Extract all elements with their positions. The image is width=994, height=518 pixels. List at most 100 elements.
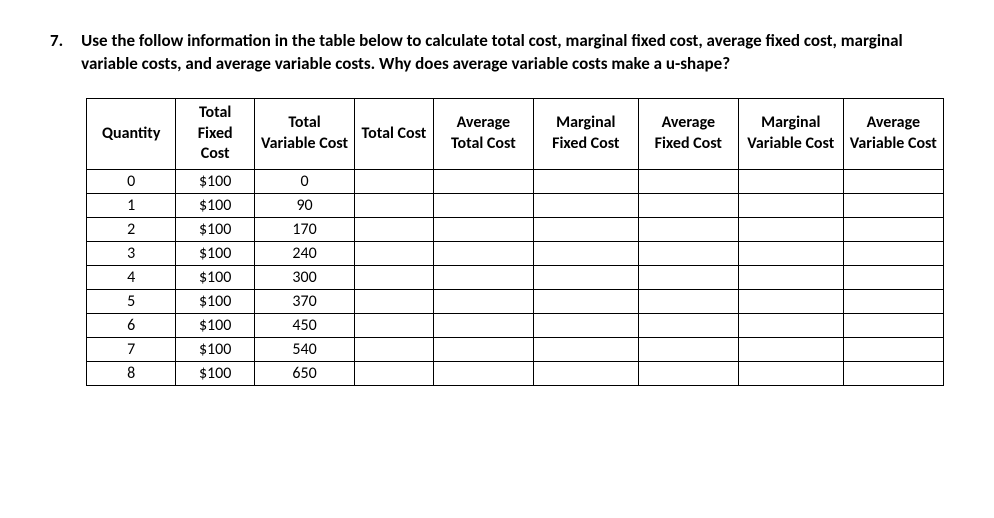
question-block: 7. Use the follow information in the tab… bbox=[50, 30, 944, 76]
cell-afc bbox=[638, 194, 738, 218]
cell-atc bbox=[433, 242, 533, 266]
cell-afc bbox=[638, 338, 738, 362]
cell-tc bbox=[355, 338, 434, 362]
cell-mfc bbox=[534, 170, 639, 194]
cell-mfc bbox=[534, 362, 639, 386]
header-marginal-fixed-cost: Marginal Fixed Cost bbox=[534, 98, 639, 169]
cell-atc bbox=[433, 170, 533, 194]
cell-tfc: $100 bbox=[176, 266, 255, 290]
cell-mfc bbox=[534, 290, 639, 314]
table-row: 2$100170 bbox=[87, 218, 944, 242]
cell-mvc bbox=[738, 362, 843, 386]
cell-tc bbox=[355, 218, 434, 242]
header-average-total-cost: Average Total Cost bbox=[433, 98, 533, 169]
table-header-row: Quantity Total Fixed Cost Total Variable… bbox=[87, 98, 944, 169]
cell-tfc: $100 bbox=[176, 314, 255, 338]
cell-tfc: $100 bbox=[176, 194, 255, 218]
cell-avc bbox=[843, 194, 943, 218]
cell-tvc: 540 bbox=[254, 338, 354, 362]
cell-qty: 1 bbox=[87, 194, 176, 218]
cell-avc bbox=[843, 218, 943, 242]
header-average-variable-cost: Average Variable Cost bbox=[843, 98, 943, 169]
cell-mvc bbox=[738, 218, 843, 242]
question-number: 7. bbox=[50, 30, 63, 76]
cell-tc bbox=[355, 266, 434, 290]
table-row: 3$100240 bbox=[87, 242, 944, 266]
cell-qty: 0 bbox=[87, 170, 176, 194]
cell-qty: 7 bbox=[87, 338, 176, 362]
table-row: 1$10090 bbox=[87, 194, 944, 218]
cell-tvc: 450 bbox=[254, 314, 354, 338]
table-row: 6$100450 bbox=[87, 314, 944, 338]
cell-tvc: 370 bbox=[254, 290, 354, 314]
cell-afc bbox=[638, 290, 738, 314]
cell-tc bbox=[355, 194, 434, 218]
cell-tvc: 650 bbox=[254, 362, 354, 386]
cell-avc bbox=[843, 314, 943, 338]
header-total-variable-cost: Total Variable Cost bbox=[254, 98, 354, 169]
cell-afc bbox=[638, 242, 738, 266]
cell-tfc: $100 bbox=[176, 338, 255, 362]
cell-afc bbox=[638, 218, 738, 242]
cell-atc bbox=[433, 290, 533, 314]
cell-qty: 3 bbox=[87, 242, 176, 266]
cell-avc bbox=[843, 362, 943, 386]
cell-mvc bbox=[738, 242, 843, 266]
cell-atc bbox=[433, 338, 533, 362]
cell-qty: 6 bbox=[87, 314, 176, 338]
cell-avc bbox=[843, 338, 943, 362]
cell-atc bbox=[433, 194, 533, 218]
cell-mvc bbox=[738, 290, 843, 314]
cell-avc bbox=[843, 170, 943, 194]
cell-mvc bbox=[738, 266, 843, 290]
cell-tvc: 300 bbox=[254, 266, 354, 290]
cell-mvc bbox=[738, 314, 843, 338]
cell-mvc bbox=[738, 194, 843, 218]
table-row: 8$100650 bbox=[87, 362, 944, 386]
cell-tfc: $100 bbox=[176, 362, 255, 386]
table-body: 0$10001$100902$1001703$1002404$1003005$1… bbox=[87, 170, 944, 386]
cost-table: Quantity Total Fixed Cost Total Variable… bbox=[86, 98, 944, 386]
cell-qty: 5 bbox=[87, 290, 176, 314]
cell-avc bbox=[843, 242, 943, 266]
cell-tc bbox=[355, 314, 434, 338]
cell-mvc bbox=[738, 170, 843, 194]
header-quantity: Quantity bbox=[87, 98, 176, 169]
cell-mfc bbox=[534, 218, 639, 242]
cell-tfc: $100 bbox=[176, 170, 255, 194]
cell-tc bbox=[355, 362, 434, 386]
cell-qty: 8 bbox=[87, 362, 176, 386]
cell-tc bbox=[355, 290, 434, 314]
cell-mfc bbox=[534, 242, 639, 266]
cell-tfc: $100 bbox=[176, 218, 255, 242]
cell-atc bbox=[433, 314, 533, 338]
cell-mfc bbox=[534, 314, 639, 338]
cell-afc bbox=[638, 170, 738, 194]
cell-atc bbox=[433, 362, 533, 386]
cell-qty: 4 bbox=[87, 266, 176, 290]
cell-afc bbox=[638, 266, 738, 290]
cell-tvc: 170 bbox=[254, 218, 354, 242]
cell-mfc bbox=[534, 338, 639, 362]
table-row: 7$100540 bbox=[87, 338, 944, 362]
cell-tc bbox=[355, 242, 434, 266]
header-total-fixed-cost: Total Fixed Cost bbox=[176, 98, 255, 169]
table-row: 4$100300 bbox=[87, 266, 944, 290]
cell-tfc: $100 bbox=[176, 290, 255, 314]
cell-atc bbox=[433, 218, 533, 242]
cell-afc bbox=[638, 362, 738, 386]
cell-tvc: 90 bbox=[254, 194, 354, 218]
cell-mfc bbox=[534, 266, 639, 290]
cell-tc bbox=[355, 170, 434, 194]
question-text: Use the follow information in the table … bbox=[81, 30, 944, 76]
cell-avc bbox=[843, 290, 943, 314]
cell-mvc bbox=[738, 338, 843, 362]
cell-tvc: 240 bbox=[254, 242, 354, 266]
cell-mfc bbox=[534, 194, 639, 218]
table-row: 5$100370 bbox=[87, 290, 944, 314]
header-marginal-variable-cost: Marginal Variable Cost bbox=[738, 98, 843, 169]
cell-tfc: $100 bbox=[176, 242, 255, 266]
table-row: 0$1000 bbox=[87, 170, 944, 194]
cell-qty: 2 bbox=[87, 218, 176, 242]
header-total-cost: Total Cost bbox=[355, 98, 434, 169]
